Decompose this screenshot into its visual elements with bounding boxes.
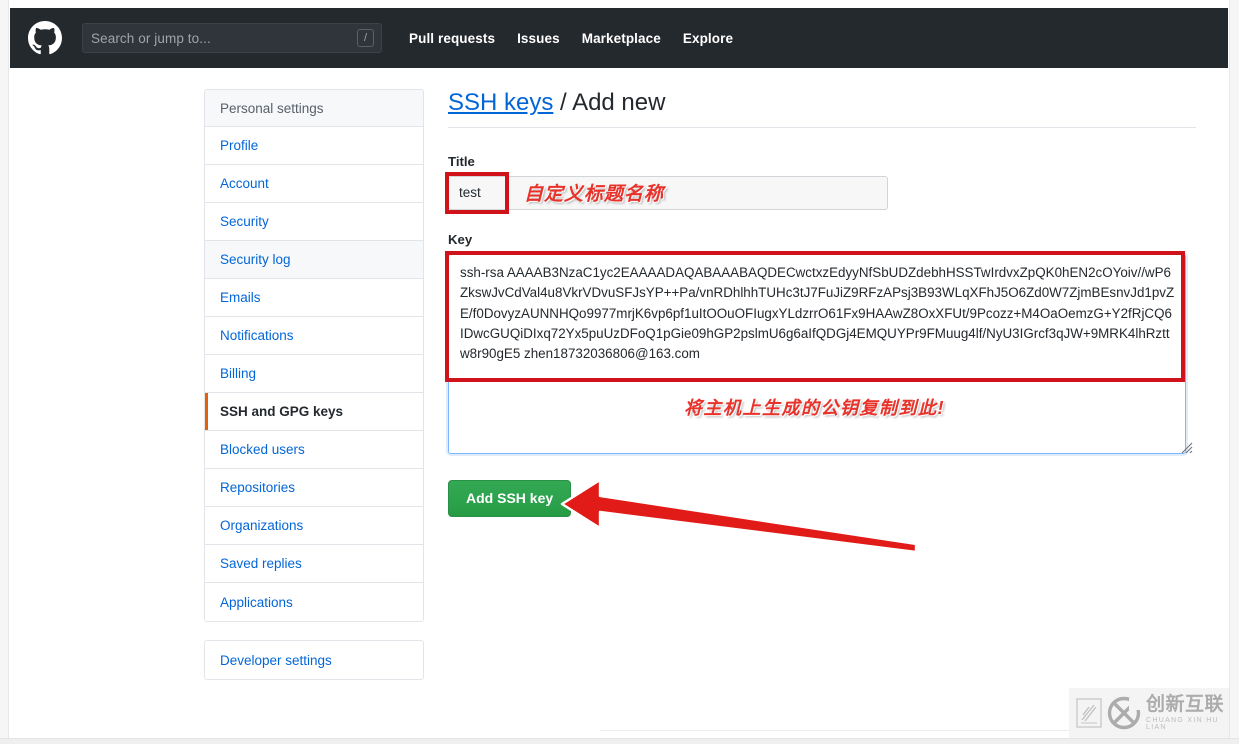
sidebar-item-security[interactable]: Security: [205, 203, 423, 241]
circled-x-logo-icon: [1107, 696, 1141, 730]
nav-explore[interactable]: Explore: [683, 31, 733, 46]
breadcrumb-ssh-keys[interactable]: SSH keys: [448, 89, 553, 116]
key-annotation-text: 将主机上生成的公钥复制到此!: [684, 397, 945, 418]
developer-settings-menu: Developer settings: [204, 640, 424, 680]
watermark-cn-text: 创新互联: [1146, 694, 1225, 715]
title-field-group: 自定义标题名称: [445, 171, 1196, 214]
window-right-edge: [1229, 0, 1239, 744]
page-title: SSH keys / Add new: [448, 89, 1196, 128]
search-shortcut-badge: /: [357, 29, 374, 47]
search-input[interactable]: Search or jump to... /: [82, 23, 382, 53]
settings-sidebar: Personal settings Profile Account Securi…: [204, 89, 424, 680]
settings-content: Personal settings Profile Account Securi…: [10, 68, 1228, 728]
header-nav: Pull requests Issues Marketplace Explore: [409, 31, 733, 46]
search-placeholder: Search or jump to...: [91, 30, 211, 46]
github-header: Search or jump to... / Pull requests Iss…: [10, 8, 1228, 68]
browser-page: Search or jump to... / Pull requests Iss…: [0, 0, 1239, 744]
sidebar-item-saved-replies[interactable]: Saved replies: [205, 545, 423, 583]
nav-pull-requests[interactable]: Pull requests: [409, 31, 495, 46]
key-textarea[interactable]: ssh-rsa AAAAB3NzaC1yc2EAAAADAQABAAABAQDE…: [448, 253, 1186, 454]
github-mark-icon[interactable]: [28, 21, 62, 55]
title-annotation-text: 自定义标题名称: [524, 183, 665, 205]
key-field-label: Key: [448, 231, 473, 247]
sidebar-item-profile[interactable]: Profile: [205, 127, 423, 165]
watermark-en-text: CHUANG XIN HU LIAN: [1146, 717, 1219, 731]
sidebar-item-developer-settings[interactable]: Developer settings: [205, 641, 423, 679]
nav-issues[interactable]: Issues: [517, 31, 560, 46]
breadcrumb-current: Add new: [572, 89, 666, 116]
sidebar-item-ssh-and-gpg-keys[interactable]: SSH and GPG keys: [205, 393, 423, 431]
watermark: 创新互联 CHUANG XIN HU LIAN: [1069, 688, 1229, 738]
sidebar-item-blocked-users[interactable]: Blocked users: [205, 431, 423, 469]
sidebar-item-security-log[interactable]: Security log: [205, 241, 423, 279]
sidebar-item-organizations[interactable]: Organizations: [205, 507, 423, 545]
red-pointer-arrow-icon: [560, 478, 918, 553]
add-ssh-key-button[interactable]: Add SSH key: [448, 479, 572, 518]
sidebar-item-repositories[interactable]: Repositories: [205, 469, 423, 507]
key-field-group: ssh-rsa AAAAB3NzaC1yc2EAAAADAQABAAABAQDE…: [445, 250, 1196, 459]
sidebar-heading: Personal settings: [205, 90, 423, 127]
sidebar-item-applications[interactable]: Applications: [205, 583, 423, 621]
personal-settings-menu: Personal settings Profile Account Securi…: [204, 89, 424, 622]
sidebar-item-emails[interactable]: Emails: [205, 279, 423, 317]
watermark-text: 创新互联 CHUANG XIN HU LIAN: [1146, 695, 1229, 731]
submit-row: Add SSH key: [448, 478, 1196, 553]
breadcrumb-separator: /: [553, 89, 573, 116]
window-left-edge: [0, 0, 9, 744]
title-input[interactable]: [448, 175, 888, 210]
nav-marketplace[interactable]: Marketplace: [582, 31, 661, 46]
sidebar-item-notifications[interactable]: Notifications: [205, 317, 423, 355]
sidebar-item-billing[interactable]: Billing: [205, 355, 423, 393]
seal-stamp-icon: [1076, 698, 1102, 728]
sidebar-item-account[interactable]: Account: [205, 165, 423, 203]
window-bottom-edge: [0, 738, 1239, 744]
add-ssh-key-form: SSH keys / Add new Title 自定义标题名称 Key ssh…: [445, 89, 1196, 553]
title-field-label: Title: [448, 153, 475, 169]
